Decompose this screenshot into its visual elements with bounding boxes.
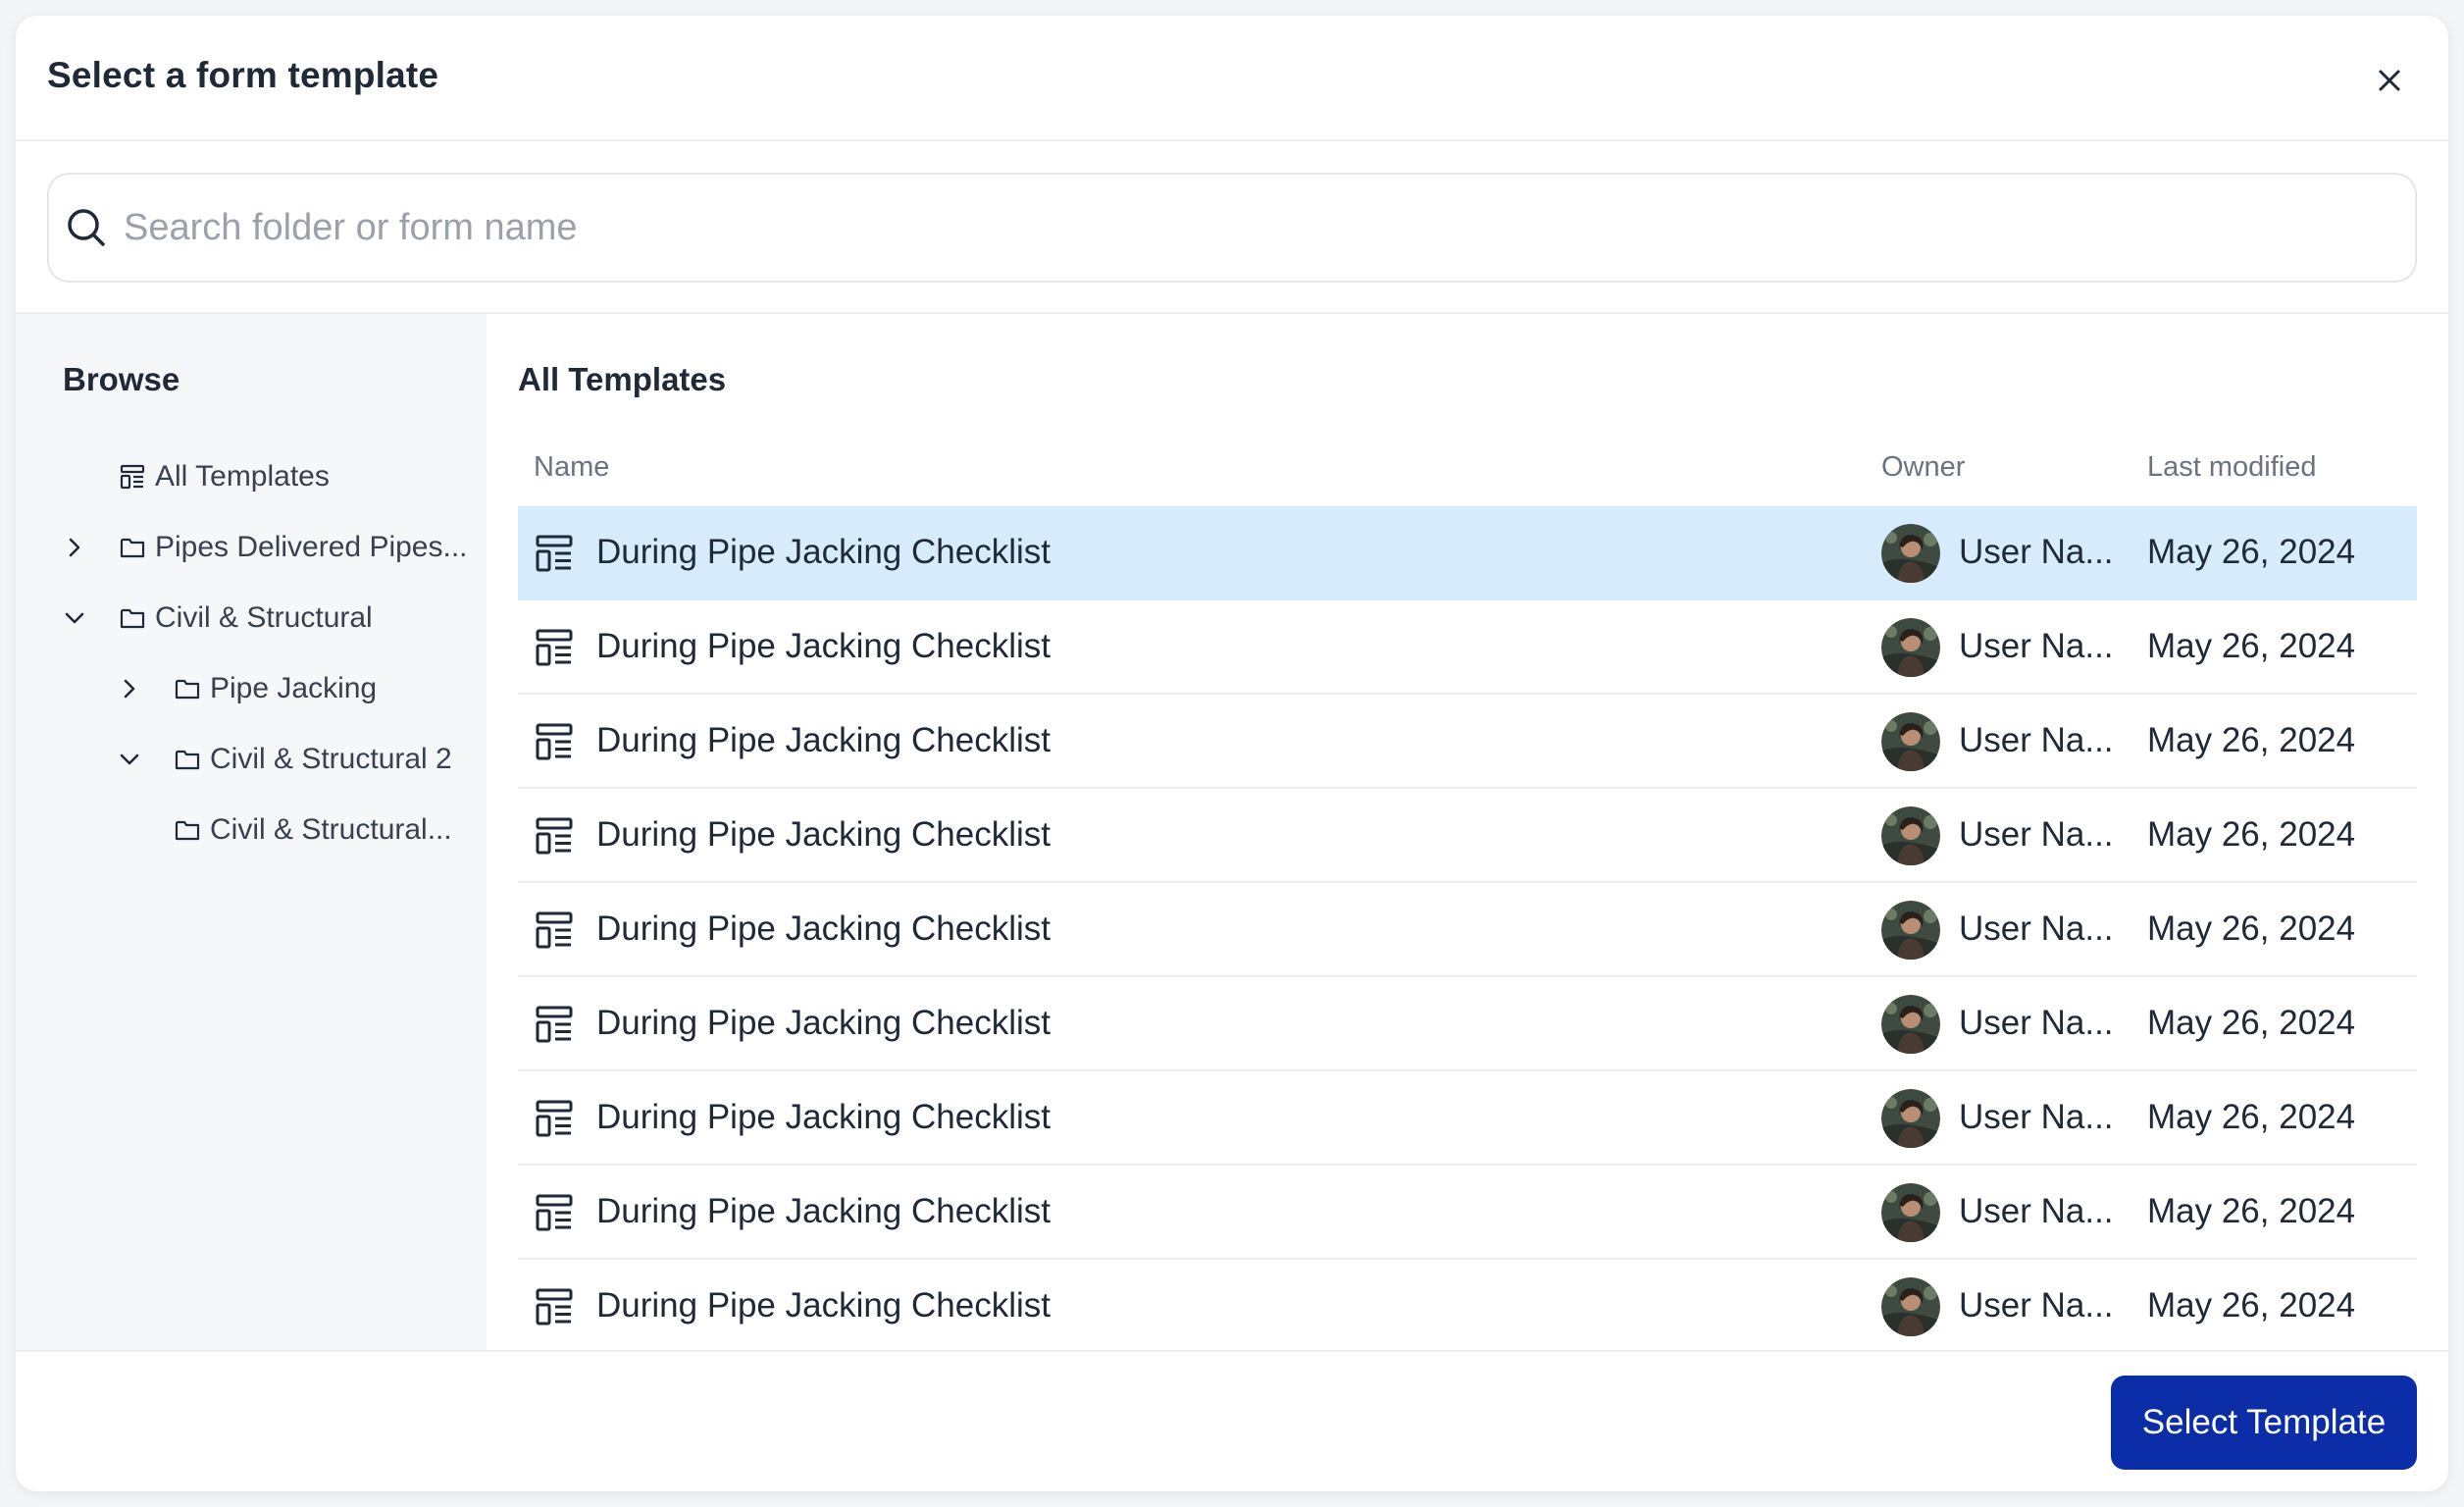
last-modified-date: May 26, 2024 xyxy=(2147,1286,2356,1325)
sidebar-item-civil-structural[interactable]: Civil & Structural xyxy=(61,589,373,648)
form-template-icon xyxy=(534,1098,575,1139)
template-name: During Pipe Jacking Checklist xyxy=(596,815,1051,854)
form-template-icon xyxy=(534,1192,575,1233)
table-row[interactable]: During Pipe Jacking Checklist User Na...… xyxy=(518,600,2417,695)
form-template-icon xyxy=(534,1286,575,1327)
table-row[interactable]: During Pipe Jacking Checklist User Na...… xyxy=(518,695,2417,789)
sidebar-item-label: Civil & Structural... xyxy=(210,813,452,846)
chevron-down-icon[interactable] xyxy=(116,746,143,773)
template-name: During Pipe Jacking Checklist xyxy=(596,721,1051,759)
owner-avatar xyxy=(1881,524,1940,583)
chevron-right-icon[interactable] xyxy=(61,534,88,561)
form-template-icon xyxy=(120,464,145,490)
template-name: During Pipe Jacking Checklist xyxy=(596,627,1051,665)
dialog-header: Select a form template xyxy=(16,16,2448,141)
sidebar-title: Browse xyxy=(63,361,180,397)
sidebar-item-pipe-jacking[interactable]: Pipe Jacking xyxy=(116,659,377,718)
table-row[interactable]: During Pipe Jacking Checklist User Na...… xyxy=(518,1260,2417,1350)
search-input[interactable] xyxy=(122,205,2284,250)
last-modified-date: May 26, 2024 xyxy=(2147,533,2356,571)
browse-sidebar: Browse All Templates Pipes Delivered Pip… xyxy=(16,314,487,1350)
owner-avatar xyxy=(1881,806,1940,865)
last-modified-date: May 26, 2024 xyxy=(2147,1192,2356,1230)
select-template-button[interactable]: Select Template xyxy=(2111,1376,2417,1470)
form-template-icon xyxy=(534,627,575,668)
last-modified-date: May 26, 2024 xyxy=(2147,909,2356,948)
column-header-owner[interactable]: Owner xyxy=(1881,451,1965,484)
folder-icon xyxy=(175,679,200,700)
dialog-title: Select a form template xyxy=(47,55,439,95)
template-name: During Pipe Jacking Checklist xyxy=(596,1004,1051,1042)
form-template-icon xyxy=(534,1004,575,1045)
sidebar-item-pipes-delivered[interactable]: Pipes Delivered Pipes... xyxy=(61,518,468,577)
table-row[interactable]: During Pipe Jacking Checklist User Na...… xyxy=(518,883,2417,977)
search-icon xyxy=(68,209,105,246)
last-modified-date: May 26, 2024 xyxy=(2147,1004,2356,1042)
owner-name: User Na... xyxy=(1959,627,2114,665)
table-row[interactable]: During Pipe Jacking Checklist User Na...… xyxy=(518,1166,2417,1260)
form-template-icon xyxy=(534,533,575,574)
owner-name: User Na... xyxy=(1959,533,2114,571)
dialog-footer: Select Template xyxy=(16,1350,2448,1491)
owner-avatar xyxy=(1881,901,1940,960)
owner-avatar xyxy=(1881,618,1940,677)
sidebar-item-all-templates[interactable]: All Templates xyxy=(118,447,330,506)
owner-name: User Na... xyxy=(1959,909,2114,948)
owner-avatar xyxy=(1881,1089,1940,1148)
panel-title: All Templates xyxy=(518,361,727,397)
owner-name: User Na... xyxy=(1959,1004,2114,1042)
templates-panel: All Templates Name Owner Last modified D… xyxy=(487,314,2448,1350)
form-template-icon xyxy=(534,815,575,857)
close-icon xyxy=(2379,70,2400,91)
sidebar-item-label: Civil & Structural 2 xyxy=(210,743,452,775)
last-modified-date: May 26, 2024 xyxy=(2147,815,2356,854)
folder-icon xyxy=(120,538,145,558)
form-template-icon xyxy=(534,909,575,951)
table-row[interactable]: During Pipe Jacking Checklist User Na...… xyxy=(518,506,2417,600)
owner-avatar xyxy=(1881,1183,1940,1242)
owner-name: User Na... xyxy=(1959,1192,2114,1230)
form-template-icon xyxy=(534,721,575,762)
owner-name: User Na... xyxy=(1959,815,2114,854)
owner-avatar xyxy=(1881,712,1940,771)
sidebar-item-label: Pipes Delivered Pipes... xyxy=(155,531,468,563)
template-name: During Pipe Jacking Checklist xyxy=(596,1192,1051,1230)
form-template-dialog: Select a form template Browse All Templa… xyxy=(16,16,2448,1491)
sidebar-item-label: Civil & Structural xyxy=(155,601,373,634)
template-name: During Pipe Jacking Checklist xyxy=(596,1098,1051,1136)
sidebar-item-civil-structural-sub[interactable]: Civil & Structural... xyxy=(173,801,452,859)
table-row[interactable]: During Pipe Jacking Checklist User Na...… xyxy=(518,977,2417,1071)
folder-icon xyxy=(120,608,145,629)
template-name: During Pipe Jacking Checklist xyxy=(596,1286,1051,1325)
owner-name: User Na... xyxy=(1959,1286,2114,1325)
owner-avatar xyxy=(1881,995,1940,1054)
search-section xyxy=(16,141,2448,314)
chevron-right-icon[interactable] xyxy=(116,675,143,702)
table-row[interactable]: During Pipe Jacking Checklist User Na...… xyxy=(518,1071,2417,1166)
owner-name: User Na... xyxy=(1959,721,2114,759)
column-header-last-modified[interactable]: Last modified xyxy=(2147,451,2317,484)
owner-avatar xyxy=(1881,1277,1940,1336)
close-button[interactable] xyxy=(2370,61,2409,100)
last-modified-date: May 26, 2024 xyxy=(2147,721,2356,759)
table-header: Name Owner Last modified xyxy=(518,436,2417,502)
sidebar-item-label: Pipe Jacking xyxy=(210,672,378,704)
sidebar-item-label: All Templates xyxy=(155,460,330,493)
templates-table-body: During Pipe Jacking Checklist User Na...… xyxy=(518,506,2417,1350)
chevron-down-icon[interactable] xyxy=(61,604,88,632)
owner-name: User Na... xyxy=(1959,1098,2114,1136)
sidebar-item-civil-structural-2[interactable]: Civil & Structural 2 xyxy=(116,730,452,789)
column-header-name[interactable]: Name xyxy=(534,451,609,484)
table-row[interactable]: During Pipe Jacking Checklist User Na...… xyxy=(518,789,2417,883)
folder-icon xyxy=(175,820,200,841)
search-box[interactable] xyxy=(47,173,2417,283)
template-name: During Pipe Jacking Checklist xyxy=(596,909,1051,948)
folder-icon xyxy=(175,750,200,770)
template-name: During Pipe Jacking Checklist xyxy=(596,533,1051,571)
last-modified-date: May 26, 2024 xyxy=(2147,1098,2356,1136)
last-modified-date: May 26, 2024 xyxy=(2147,627,2356,665)
